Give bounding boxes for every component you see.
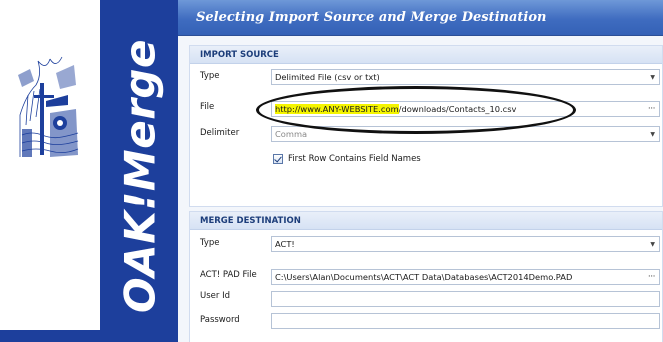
file-url-highlighted: http://www.ANY-WEBSITE.com bbox=[275, 104, 399, 114]
pad-file-value: C:\Users\Alan\Documents\ACT\ACT Data\Dat… bbox=[275, 272, 573, 282]
delimiter-label: Delimiter bbox=[200, 128, 240, 138]
user-id-label: User Id bbox=[200, 291, 230, 301]
header-bar: Selecting Import Source and Merge Destin… bbox=[178, 0, 663, 36]
brand-bottom-strip bbox=[0, 330, 100, 342]
merge-destination-section: MERGE DESTINATION Type ACT! ▼ ACT! PAD F… bbox=[189, 211, 663, 342]
tree-scene-icon bbox=[16, 55, 80, 159]
first-row-checkbox-label: First Row Contains Field Names bbox=[288, 154, 421, 164]
import-file-input[interactable]: http://www.ANY-WEBSITE.com/downloads/Con… bbox=[271, 101, 660, 117]
ellipsis-icon[interactable]: ··· bbox=[648, 104, 656, 114]
delimiter-select[interactable]: Comma ▼ bbox=[271, 126, 660, 142]
chevron-down-icon[interactable]: ▼ bbox=[650, 131, 655, 138]
chevron-down-icon[interactable]: ▼ bbox=[650, 74, 655, 81]
brand-white-strip bbox=[0, 0, 100, 342]
user-id-input[interactable] bbox=[271, 291, 660, 307]
brand-title: OAK!Merge bbox=[115, 39, 165, 313]
import-type-select[interactable]: Delimited File (csv or txt) ▼ bbox=[271, 69, 660, 85]
import-file-label: File bbox=[200, 102, 215, 112]
merge-type-select[interactable]: ACT! ▼ bbox=[271, 236, 660, 252]
delimiter-value: Comma bbox=[275, 129, 308, 139]
import-source-section: IMPORT SOURCE Type Delimited File (csv o… bbox=[189, 45, 663, 207]
merge-type-value: ACT! bbox=[275, 239, 295, 249]
first-row-checkbox[interactable] bbox=[273, 154, 283, 164]
file-url-rest: /downloads/Contacts_10.csv bbox=[398, 104, 517, 114]
page-title: Selecting Import Source and Merge Destin… bbox=[196, 10, 547, 25]
form-area: IMPORT SOURCE Type Delimited File (csv o… bbox=[178, 36, 663, 342]
import-type-value: Delimited File (csv or txt) bbox=[275, 72, 380, 82]
ellipsis-icon[interactable]: ··· bbox=[648, 272, 656, 282]
import-source-header: IMPORT SOURCE bbox=[190, 46, 662, 64]
password-input[interactable] bbox=[271, 313, 660, 329]
password-label: Password bbox=[200, 315, 240, 325]
chevron-down-icon[interactable]: ▼ bbox=[650, 241, 655, 248]
first-row-checkbox-row[interactable]: First Row Contains Field Names bbox=[273, 154, 421, 164]
pad-file-input[interactable]: C:\Users\Alan\Documents\ACT\ACT Data\Dat… bbox=[271, 269, 660, 285]
import-type-label: Type bbox=[200, 71, 220, 81]
pad-file-label: ACT! PAD File bbox=[200, 270, 257, 280]
merge-type-label: Type bbox=[200, 238, 220, 248]
brand-panel: OAK!Merge bbox=[0, 0, 178, 342]
merge-destination-header: MERGE DESTINATION bbox=[190, 212, 662, 230]
